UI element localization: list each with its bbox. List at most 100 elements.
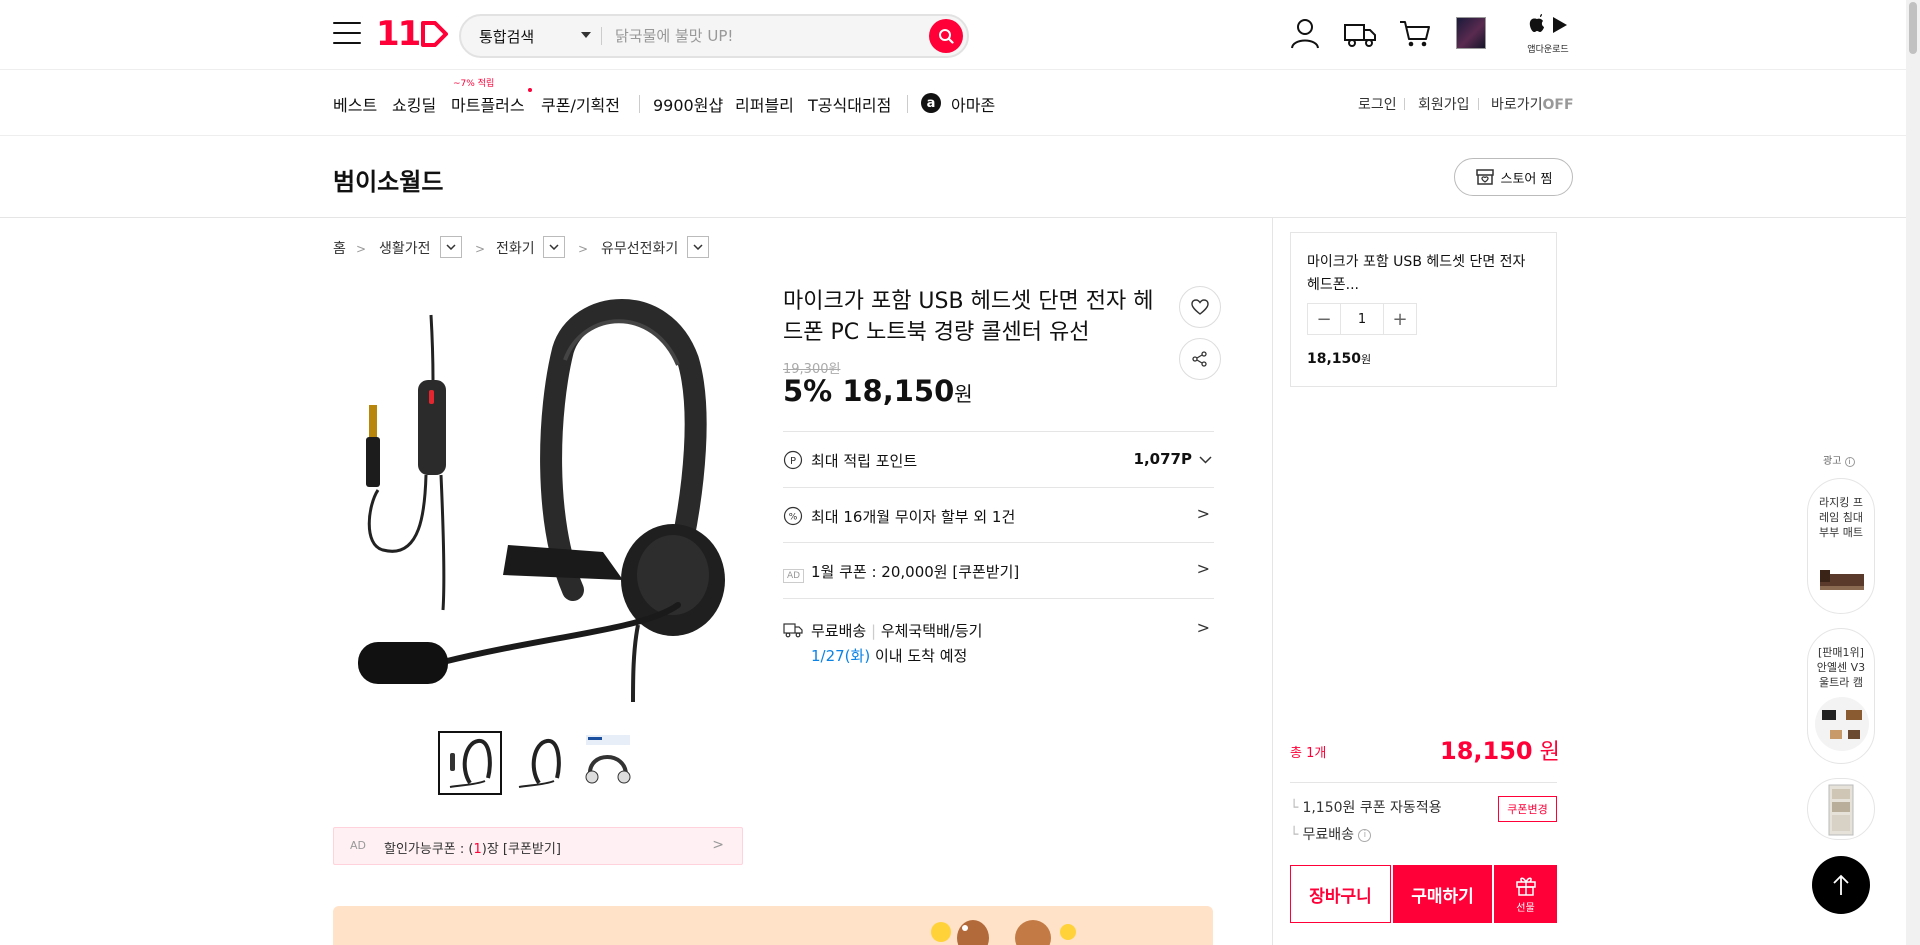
join-link[interactable]: 회원가입 [1418, 94, 1470, 114]
gnb-item-best[interactable]: 베스트 [333, 92, 377, 116]
points-row[interactable]: P 최대 적립 포인트 1,077P [783, 431, 1214, 487]
store-bar: 범이소월드 스토어 찜 [0, 136, 1920, 218]
available-coupon-bar[interactable]: AD 할인가능쿠폰 : (1)장 [쿠폰받기] > [333, 827, 743, 865]
amazon-icon[interactable]: a [921, 93, 941, 113]
ad-wing-item-image [1820, 570, 1864, 590]
apple-icon [1530, 14, 1545, 32]
gnb-item-mart-plus[interactable]: 마트플러스 [451, 92, 525, 116]
product-thumbnail[interactable] [507, 731, 571, 795]
gnb-item-amazon[interactable]: 아마존 [951, 92, 995, 116]
breadcrumb-cat1[interactable]: 생활가전 [379, 238, 431, 258]
installment-row[interactable]: % 최대 16개월 무이자 할부 외 1건 > [783, 487, 1214, 542]
util-divider [1478, 98, 1479, 110]
total-price: 18,150 원 [1440, 737, 1560, 765]
product-thumbnail[interactable] [576, 731, 640, 795]
info-icon[interactable]: i [1358, 828, 1372, 842]
breadcrumb-cat3[interactable]: 유무선전화기 [601, 238, 678, 258]
ad-wing-label: 광고 i [1823, 452, 1855, 467]
breadcrumb-home[interactable]: 홈 [333, 238, 346, 258]
logo[interactable]: 11 [376, 14, 449, 54]
breadcrumb-cat1-dropdown[interactable] [440, 236, 462, 258]
arrival-info: 1/27(화) 이내 도착 예정 [811, 647, 968, 665]
search-scope-select[interactable]: 통합검색 [479, 26, 534, 47]
add-to-cart-button[interactable]: 장바구니 [1290, 865, 1391, 923]
truck-icon [783, 623, 803, 638]
svg-text:%: % [789, 513, 798, 523]
page-scrollbar[interactable] [1906, 0, 1920, 945]
store-heart-icon [1475, 169, 1494, 185]
recent-product-thumbnail[interactable] [1456, 17, 1486, 49]
search-button[interactable] [929, 19, 963, 53]
cart-icon[interactable] [1398, 16, 1432, 50]
quantity-stepper: − 1 + [1307, 303, 1417, 335]
shipping-info: 무료배송 | 우체국택배/등기 [811, 622, 983, 640]
ad-wing-item[interactable] [1807, 778, 1875, 840]
share-button[interactable] [1179, 338, 1221, 380]
menu-icon[interactable] [333, 22, 361, 46]
wishlist-button[interactable] [1179, 286, 1221, 328]
gift-icon [1515, 877, 1536, 896]
chevron-down-icon [1199, 456, 1212, 464]
store-zzim-button[interactable]: 스토어 찜 [1454, 158, 1573, 196]
svg-text:P: P [790, 456, 796, 467]
quick-link-toggle[interactable]: 바로가기OFF [1491, 94, 1574, 114]
login-link[interactable]: 로그인 [1358, 94, 1397, 114]
breadcrumb-cat2-dropdown[interactable] [543, 236, 565, 258]
arrow-up-icon [1833, 874, 1849, 895]
coupon-text: 1월 쿠폰 : 20,000원 [쿠폰받기] [811, 563, 1020, 581]
store-name[interactable]: 범이소월드 [333, 162, 443, 197]
gnb-item-shocking-deal[interactable]: 쇼킹딜 [392, 92, 436, 116]
quick-link-label: 바로가기 [1491, 97, 1543, 113]
coupon-row[interactable]: AD 1월 쿠폰 : 20,000원 [쿠폰받기] > [783, 542, 1214, 598]
app-download-button[interactable]: 앱다운로드 [1524, 14, 1572, 55]
product-thumbnail[interactable] [438, 731, 502, 795]
quick-link-state: OFF [1542, 97, 1574, 113]
promo-banner[interactable] [333, 906, 1213, 945]
chevron-down-icon [693, 244, 703, 250]
chevron-right-icon: > [578, 242, 589, 256]
breadcrumb-cat3-dropdown[interactable] [687, 236, 709, 258]
points-value: 1,077P [1133, 450, 1192, 468]
order-summary-card: 마이크가 포함 USB 헤드셋 단면 전자 헤드폰... − 1 + 18,15… [1290, 232, 1557, 387]
gnb-item-coupon[interactable]: 쿠폰/기획전 [541, 92, 620, 116]
ad-tag: AD [783, 563, 805, 583]
quantity-value[interactable]: 1 [1340, 304, 1384, 334]
gift-button[interactable]: 선물 [1494, 865, 1557, 923]
gnb-item-9900[interactable]: 9900원샵 [653, 92, 723, 116]
info-icon[interactable]: i [1844, 457, 1855, 467]
my-page-icon[interactable] [1288, 16, 1322, 50]
chevron-down-icon [446, 244, 456, 250]
util-divider [1404, 98, 1405, 110]
product-main-image[interactable] [333, 290, 743, 703]
scroll-to-top-button[interactable] [1812, 856, 1870, 914]
chevron-right-icon: > [1196, 504, 1210, 523]
caret-down-icon[interactable] [581, 32, 591, 38]
ad-label: AD [350, 839, 366, 852]
gnb-item-t-store[interactable]: T공식대리점 [808, 92, 891, 116]
ad-wing-item[interactable]: 라지킹 프레임 침대 부부 매트 [1807, 478, 1875, 614]
gnb-item-refurbly[interactable]: 리퍼블리 [735, 92, 794, 116]
ad-wing-item-image [1815, 697, 1869, 751]
decrease-button[interactable]: − [1308, 304, 1340, 334]
shipping-row[interactable]: 무료배송 | 우체국택배/등기 1/27(화) 이내 도착 예정 > [783, 598, 1214, 678]
search-divider [601, 27, 602, 45]
mini-price: 18,150원 [1307, 351, 1372, 367]
scrollbar-thumb[interactable] [1909, 2, 1917, 54]
available-coupon-text: 할인가능쿠폰 : (1)장 [쿠폰받기] [384, 842, 561, 857]
breadcrumb-cat2[interactable]: 전화기 [496, 238, 535, 258]
search-box: 통합검색 [459, 14, 969, 58]
ad-wing-item[interactable]: [판매1위] 안옐센 V3 울트라 캠 [1807, 628, 1875, 764]
gift-label: 선물 [1516, 903, 1535, 914]
column-divider [1272, 218, 1273, 945]
gnb-divider [907, 95, 908, 113]
increase-button[interactable]: + [1384, 304, 1416, 334]
coupon-change-button[interactable]: 쿠폰변경 [1498, 796, 1557, 822]
chevron-right-icon: > [1196, 618, 1210, 637]
coupon-auto-applied: └ 1,150원 쿠폰 자동적용 [1290, 800, 1442, 816]
mart-plus-badge: ~7% 적립 [453, 79, 495, 89]
installment-text: 최대 16개월 무이자 할부 외 1건 [811, 508, 1016, 526]
delivery-truck-icon[interactable] [1343, 16, 1377, 50]
buy-now-button[interactable]: 구매하기 [1393, 865, 1492, 923]
search-input[interactable] [615, 24, 915, 48]
free-shipping-note: └ 무료배송 i [1290, 824, 1372, 844]
